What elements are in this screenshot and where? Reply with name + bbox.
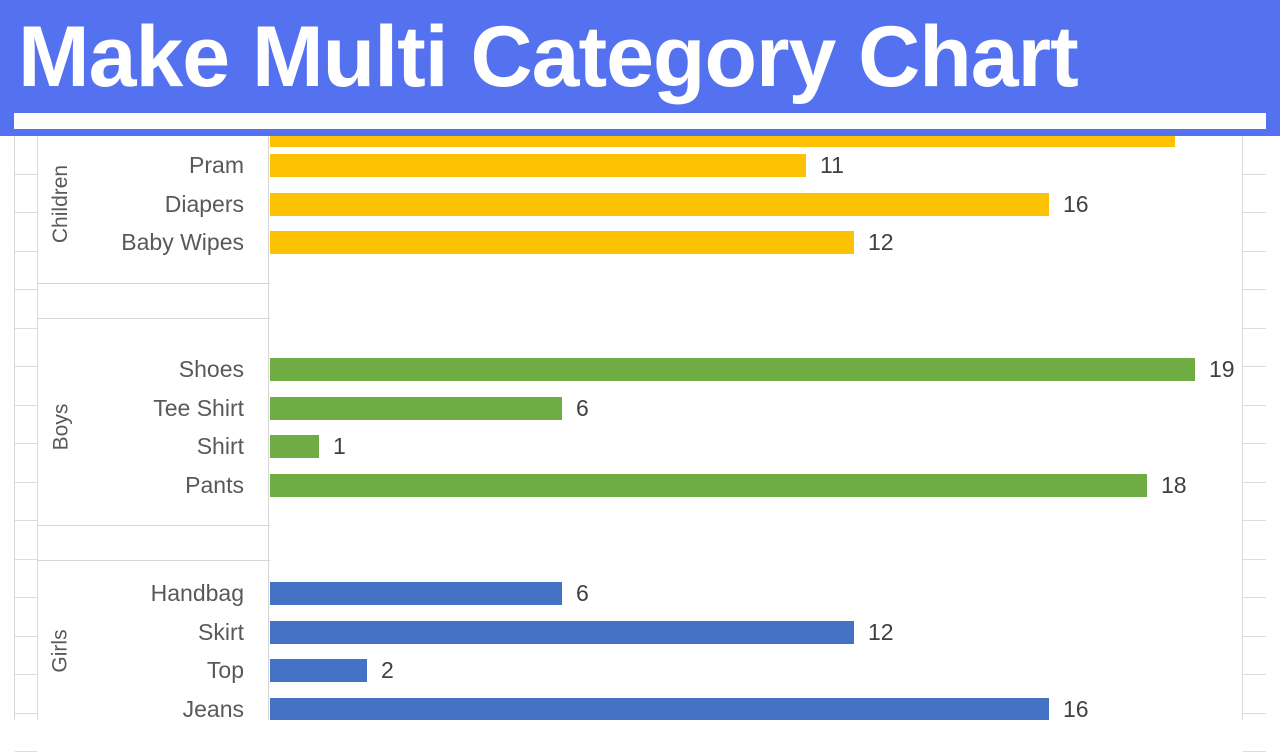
gutter-row bbox=[1243, 290, 1266, 329]
chart-row: Shoes 19 bbox=[38, 350, 1242, 389]
page-title: Make Multi Category Chart bbox=[18, 6, 1262, 108]
chart-plot-area: ChildrenPram11Diapers16Baby Wipes12BoysS… bbox=[38, 136, 1242, 720]
category-label: Jeans bbox=[38, 690, 244, 721]
gutter-row bbox=[1243, 444, 1266, 483]
bar-value-label: 18 bbox=[1161, 466, 1187, 505]
gutter-row bbox=[15, 136, 37, 175]
category-label: Skirt bbox=[38, 613, 244, 652]
gutter-row bbox=[1243, 367, 1266, 406]
gutter-row bbox=[1243, 521, 1266, 560]
bar bbox=[270, 621, 854, 644]
bar bbox=[270, 474, 1147, 497]
category-label: Diapers bbox=[38, 185, 244, 224]
category-label: Baby Wipes bbox=[38, 223, 244, 262]
chart-group-boys: BoysShoes19Tee Shirt6Shirt1Pants18 bbox=[38, 350, 1242, 504]
gutter-row bbox=[15, 213, 37, 252]
chart-row: Shirt 1 bbox=[38, 427, 1242, 466]
bar-value-label: 6 bbox=[576, 574, 589, 613]
bar-value-label: 11 bbox=[820, 146, 844, 185]
gutter-row bbox=[1243, 252, 1266, 291]
gutter-row bbox=[1243, 637, 1266, 676]
bar bbox=[270, 193, 1049, 216]
bar-value-label: 19 bbox=[1209, 350, 1235, 389]
chart-row: Diapers 16 bbox=[38, 185, 1242, 224]
group-separator bbox=[38, 318, 270, 319]
bar bbox=[270, 397, 562, 420]
gutter-row bbox=[1243, 406, 1266, 445]
gutter-row bbox=[1243, 175, 1266, 214]
gutter-row bbox=[1243, 675, 1266, 714]
chart-row: Pants 18 bbox=[38, 466, 1242, 505]
gutter-row bbox=[1243, 329, 1266, 368]
banner-underline-strip bbox=[14, 113, 1266, 129]
chart-row: Handbag 6 bbox=[38, 574, 1242, 613]
category-label: Shirt bbox=[38, 427, 244, 466]
gutter-row bbox=[1243, 560, 1266, 599]
gutter-row bbox=[15, 483, 37, 522]
category-label: Tee Shirt bbox=[38, 389, 244, 428]
group-separator bbox=[38, 560, 270, 561]
chart-container: ChildrenPram11Diapers16Baby Wipes12BoysS… bbox=[0, 136, 1280, 720]
category-label: Shoes bbox=[38, 350, 244, 389]
bar-value-label: 16 bbox=[1063, 690, 1089, 721]
bar bbox=[270, 435, 319, 458]
gutter-row bbox=[1243, 714, 1266, 752]
bar-value-label: 1 bbox=[333, 427, 346, 466]
group-separator bbox=[38, 525, 270, 526]
bar-value-label: 12 bbox=[868, 223, 894, 262]
bar-value-label: 2 bbox=[381, 651, 394, 690]
chart-row: Top 2 bbox=[38, 651, 1242, 690]
bar-value-label: 12 bbox=[868, 613, 894, 652]
chart-row: Jeans 16 bbox=[38, 690, 1242, 721]
category-label: Pram bbox=[38, 146, 244, 185]
gutter-row bbox=[15, 367, 37, 406]
gutter-row bbox=[15, 252, 37, 291]
category-label: Top bbox=[38, 651, 244, 690]
gutter-row bbox=[15, 598, 37, 637]
chart-row: Baby Wipes 12 bbox=[38, 223, 1242, 262]
left-row-gutter bbox=[14, 136, 38, 720]
chart-group-girls: GirlsHandbag6Skirt12Top2Jeans16 bbox=[38, 574, 1242, 720]
gutter-row bbox=[15, 329, 37, 368]
gutter-row bbox=[15, 560, 37, 599]
chart-row: Tee Shirt 6 bbox=[38, 389, 1242, 428]
bar bbox=[270, 154, 806, 177]
bar bbox=[270, 231, 854, 254]
bar bbox=[270, 659, 367, 682]
chart-group-children: ChildrenPram11Diapers16Baby Wipes12 bbox=[38, 146, 1242, 262]
group-separator bbox=[38, 283, 270, 284]
gutter-row bbox=[15, 406, 37, 445]
chart-row: Skirt 12 bbox=[38, 613, 1242, 652]
bar-value-label: 6 bbox=[576, 389, 589, 428]
gutter-row bbox=[1243, 598, 1266, 637]
gutter-row bbox=[15, 290, 37, 329]
gutter-row bbox=[15, 637, 37, 676]
gutter-row bbox=[15, 175, 37, 214]
gutter-row bbox=[15, 521, 37, 560]
right-row-gutter bbox=[1242, 136, 1266, 720]
chart-row: Pram 11 bbox=[38, 146, 1242, 185]
bar bbox=[270, 698, 1049, 721]
gutter-row bbox=[1243, 136, 1266, 175]
category-label: Handbag bbox=[38, 574, 244, 613]
category-label: Pants bbox=[38, 466, 244, 505]
gutter-row bbox=[15, 675, 37, 714]
bar bbox=[270, 582, 562, 605]
screenshot-root: Make Multi Category Chart ChildrenPram11… bbox=[0, 0, 1280, 720]
gutter-row bbox=[1243, 213, 1266, 252]
gutter-row bbox=[1243, 483, 1266, 522]
bar-value-label: 16 bbox=[1063, 185, 1089, 224]
title-banner: Make Multi Category Chart bbox=[0, 0, 1280, 136]
bar bbox=[270, 358, 1195, 381]
gutter-row bbox=[15, 444, 37, 483]
gutter-row bbox=[15, 714, 37, 752]
